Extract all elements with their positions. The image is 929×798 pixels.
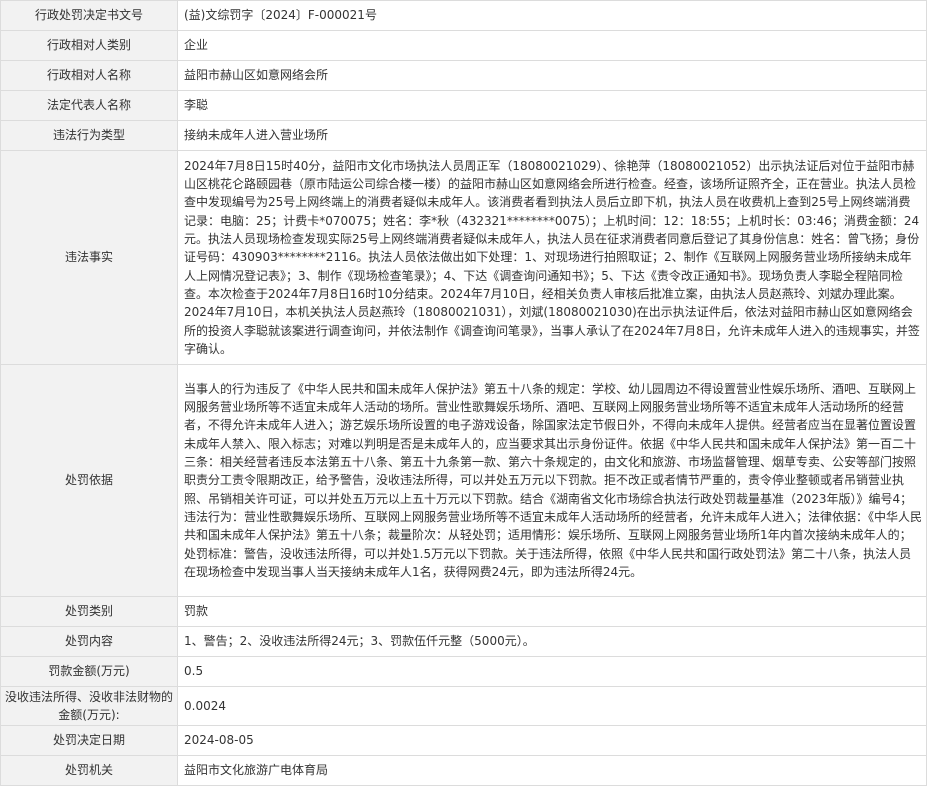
row-label-decision-date: 处罚决定日期 — [0, 725, 178, 756]
row-label-fine-amount: 罚款金额(万元) — [0, 656, 178, 687]
table-row: 处罚类别 罚款 — [0, 596, 927, 627]
table-row: 违法事实 2024年7月8日15时40分，益阳市文化市场执法人员周正军（1808… — [0, 150, 927, 365]
row-label-party-name: 行政相对人名称 — [0, 60, 178, 91]
table-row: 行政相对人类别 企业 — [0, 30, 927, 61]
table-row: 法定代表人名称 李聪 — [0, 90, 927, 121]
row-value-decision-date: 2024-08-05 — [177, 725, 927, 756]
row-value-party-type: 企业 — [177, 30, 927, 61]
table-row: 行政处罚决定书文号 (益)文综罚字〔2024〕F-000021号 — [0, 0, 927, 31]
row-label-legal-rep: 法定代表人名称 — [0, 90, 178, 121]
row-value-facts: 2024年7月8日15时40分，益阳市文化市场执法人员周正军（180800210… — [177, 150, 927, 365]
row-label-decision-number: 行政处罚决定书文号 — [0, 0, 178, 31]
row-label-authority: 处罚机关 — [0, 755, 178, 786]
penalty-info-table: 行政处罚决定书文号 (益)文综罚字〔2024〕F-000021号 行政相对人类别… — [0, 0, 927, 786]
row-value-legal-rep: 李聪 — [177, 90, 927, 121]
row-value-confiscation-amount: 0.0024 — [177, 686, 927, 726]
row-value-authority: 益阳市文化旅游广电体育局 — [177, 755, 927, 786]
table-row: 违法行为类型 接纳未成年人进入营业场所 — [0, 120, 927, 151]
row-label-violation-type: 违法行为类型 — [0, 120, 178, 151]
table-row: 没收违法所得、没收非法财物的金额(万元): 0.0024 — [0, 686, 927, 726]
table-row: 行政相对人名称 益阳市赫山区如意网络会所 — [0, 60, 927, 91]
row-label-party-type: 行政相对人类别 — [0, 30, 178, 61]
table-row: 处罚依据 当事人的行为违反了《中华人民共和国未成年人保护法》第五十八条的规定：学… — [0, 364, 927, 597]
row-label-penalty-category: 处罚类别 — [0, 596, 178, 627]
table-row: 处罚内容 1、警告；2、没收违法所得24元；3、罚款伍仟元整（5000元）。 — [0, 626, 927, 657]
row-label-legal-basis: 处罚依据 — [0, 364, 178, 597]
row-label-penalty-content: 处罚内容 — [0, 626, 178, 657]
row-value-penalty-category: 罚款 — [177, 596, 927, 627]
row-value-fine-amount: 0.5 — [177, 656, 927, 687]
row-value-violation-type: 接纳未成年人进入营业场所 — [177, 120, 927, 151]
row-value-legal-basis: 当事人的行为违反了《中华人民共和国未成年人保护法》第五十八条的规定：学校、幼儿园… — [177, 364, 927, 597]
table-row: 处罚决定日期 2024-08-05 — [0, 725, 927, 756]
row-value-party-name: 益阳市赫山区如意网络会所 — [177, 60, 927, 91]
row-value-decision-number: (益)文综罚字〔2024〕F-000021号 — [177, 0, 927, 31]
table-row: 罚款金额(万元) 0.5 — [0, 656, 927, 687]
row-label-confiscation-amount: 没收违法所得、没收非法财物的金额(万元): — [0, 686, 178, 726]
table-row: 处罚机关 益阳市文化旅游广电体育局 — [0, 755, 927, 786]
row-value-penalty-content: 1、警告；2、没收违法所得24元；3、罚款伍仟元整（5000元）。 — [177, 626, 927, 657]
row-label-facts: 违法事实 — [0, 150, 178, 365]
